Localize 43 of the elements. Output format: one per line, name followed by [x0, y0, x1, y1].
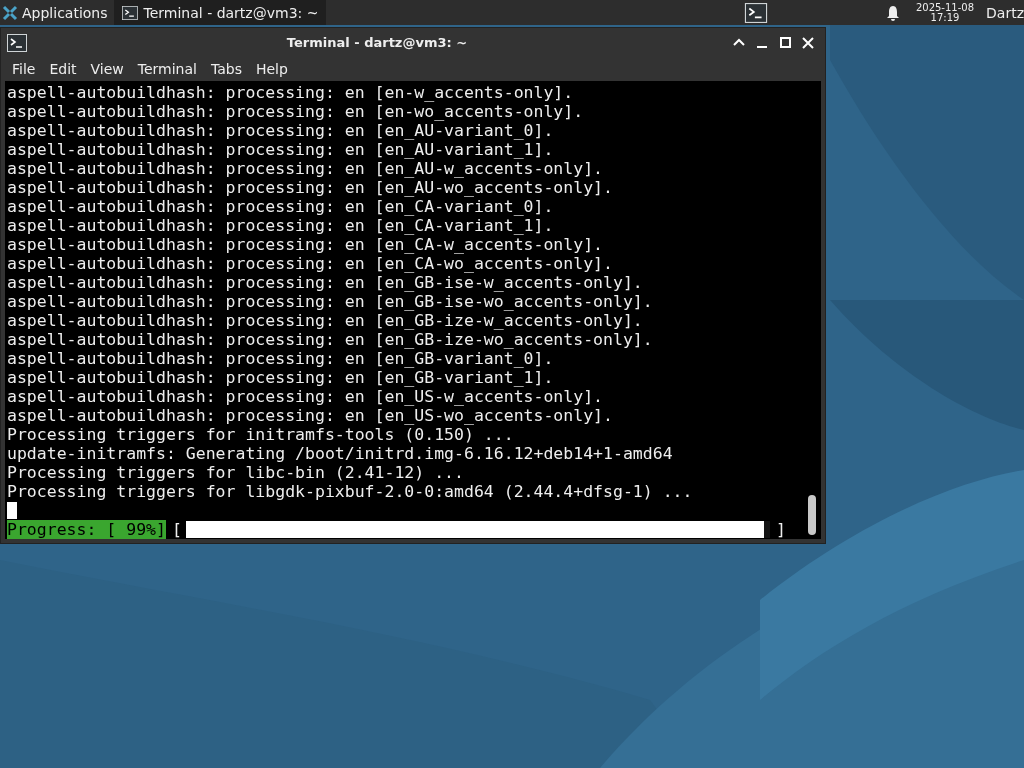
terminal-icon — [121, 5, 138, 20]
taskbar-button[interactable]: Terminal - dartz@vm3: ~ — [113, 0, 327, 25]
terminal-line: aspell-autobuildhash: processing: en [en_GB-ise-w_accents-only]. — [7, 273, 644, 292]
terminal-line: aspell-autobuildhash: processing: en [en-wo_accents-only]. — [7, 102, 585, 121]
terminal-line: aspell-autobuildhash: processing: en [en_US-wo_accents-only]. — [7, 406, 614, 425]
progress-label: Progress: [ 99%] — [7, 520, 166, 539]
menu-item[interactable]: Edit — [42, 61, 84, 77]
text-cursor — [7, 502, 17, 519]
progress-bracket: [ — [171, 520, 182, 539]
menu-item[interactable]: Help — [248, 61, 295, 77]
terminal-line: Processing triggers for initramfs-tools (0.150) ... — [7, 425, 515, 444]
apps-menu-icon[interactable] — [2, 4, 18, 21]
terminal-line: update-initramfs: Generating /boot/initrd.img-6.16.12+deb14+1-amd64 — [7, 444, 674, 463]
terminal-line: aspell-autobuildhash: processing: en [en_CA-variant_1]. — [7, 216, 555, 235]
applications-menu[interactable]: Applications — [22, 4, 108, 21]
terminal-line: aspell-autobuildhash: processing: en [en_AU-variant_1]. — [7, 140, 555, 159]
menu-item[interactable]: Terminal — [130, 61, 204, 77]
scrollbar-thumb[interactable] — [808, 495, 816, 535]
terminal-line: aspell-autobuildhash: processing: en [en_GB-ize-wo_accents-only]. — [7, 330, 654, 349]
terminal-line: aspell-autobuildhash: processing: en [en_AU-wo_accents-only]. — [7, 178, 614, 197]
menu-item[interactable]: Tabs — [203, 61, 249, 77]
terminal-line: Processing triggers for libc-bin (2.41-12) ... — [7, 463, 465, 482]
terminal-line: aspell-autobuildhash: processing: en [en_CA-variant_0]. — [7, 197, 555, 216]
terminal-line: aspell-autobuildhash: processing: en [en_GB-ise-wo_accents-only]. — [7, 292, 654, 311]
terminal-line: aspell-autobuildhash: processing: en [en_US-w_accents-only]. — [7, 387, 605, 406]
terminal-line: aspell-autobuildhash: processing: en [en_AU-variant_0]. — [7, 121, 555, 140]
terminal-line: aspell-autobuildhash: processing: en [en_AU-w_accents-only]. — [7, 159, 605, 178]
terminal-line: aspell-autobuildhash: processing: en [en_GB-variant_0]. — [7, 349, 555, 368]
terminal-line: aspell-autobuildhash: processing: en [en_CA-wo_accents-only]. — [7, 254, 614, 273]
clock-time[interactable]: 17:19 — [930, 12, 960, 23]
terminal-line: aspell-autobuildhash: processing: en [en_GB-ize-w_accents-only]. — [7, 311, 644, 330]
progress-bracket: ] — [775, 520, 786, 539]
window-title: Terminal - dartz@vm3: ~ — [285, 35, 469, 50]
terminal-icon — [7, 33, 27, 52]
bell-icon[interactable] — [885, 4, 900, 21]
menu-item[interactable]: View — [83, 61, 131, 77]
terminal-line: aspell-autobuildhash: processing: en [en_CA-w_accents-only]. — [7, 235, 605, 254]
clock-date[interactable]: 2025-11-08 — [915, 2, 975, 13]
terminal-line: Processing triggers for libgdk-pixbuf-2.0-0:amd64 (2.44.4+dfsg-1) ... — [7, 482, 694, 501]
user-menu[interactable]: Dartz — [986, 4, 1024, 21]
menu-item[interactable]: File — [5, 61, 43, 77]
terminal-line: aspell-autobuildhash: processing: en [en_GB-variant_1]. — [7, 368, 555, 387]
terminal-line: aspell-autobuildhash: processing: en [en-w_accents-only]. — [7, 83, 575, 102]
